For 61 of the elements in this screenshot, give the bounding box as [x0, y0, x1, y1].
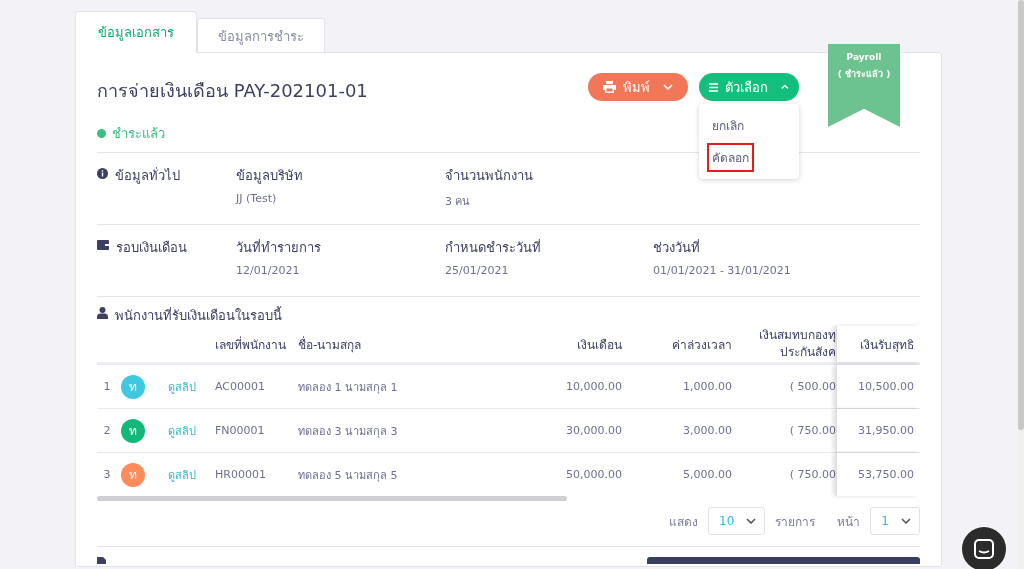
table-cell: 53,750.00 — [836, 453, 920, 496]
avatar: ท — [121, 374, 145, 399]
table-cell-text: AC00001 — [214, 380, 266, 393]
table-cell: 10,500.00 — [836, 365, 920, 408]
column-header: เลขที่พนักงาน — [214, 335, 287, 354]
avatar: ท — [121, 462, 145, 487]
row-number: 1 — [102, 380, 112, 393]
page-select[interactable]: 1 — [870, 507, 920, 535]
tab[interactable]: ข้อมูลเอกสาร — [75, 11, 197, 53]
page-title: การจ่ายเงินเดือน PAY-202101-01 — [97, 79, 368, 103]
field-label: กำหนดชำระวันที่ — [445, 238, 542, 257]
row-number: 3 — [102, 468, 112, 481]
menu-item[interactable]: คัดลอก — [707, 143, 754, 172]
table-cell-text: 30,000.00 — [565, 424, 623, 437]
section-title: รอบเงินเดือน — [116, 239, 187, 257]
show-label: แสดง — [669, 513, 699, 531]
table-cell-text: 5,000.00 — [682, 468, 733, 481]
table-cell-text: FN00001 — [214, 424, 266, 437]
column-header: เงินเดือน — [576, 336, 623, 354]
field-label: ข้อมูลบริษัท — [236, 167, 304, 186]
column-header: ชื่อ-นามสกุล — [297, 335, 363, 354]
table-cell-text: ( 750.00 — [788, 466, 836, 483]
column-header: ค่าล่วงเวลา — [671, 336, 733, 354]
page-label: หน้า — [837, 513, 861, 531]
table-cell-text: 3,000.00 — [682, 424, 733, 437]
row-number: 2 — [102, 424, 112, 437]
table-cell-text: ทดลอง 1 นามสกุล 1 — [297, 379, 399, 396]
field-label: จำนวนพนักงาน — [445, 167, 534, 185]
view-slip-link[interactable]: ดูสลิป — [160, 377, 207, 396]
unit-label: รายการ — [775, 513, 816, 531]
table-cell-text: ทดลอง 3 นามสกุล 3 — [297, 423, 399, 440]
tab[interactable]: ข้อมูลการชำระ — [197, 18, 325, 53]
table-cell-text: 50,000.00 — [565, 468, 623, 481]
page-size-select[interactable]: 10 — [708, 507, 766, 535]
ribbon-status: ( ชำระแล้ว ) — [836, 68, 892, 81]
avatar: ท — [121, 418, 145, 443]
field-value: 25/01/2021 — [445, 264, 510, 277]
table-cell-text: 10,000.00 — [565, 380, 623, 393]
table-cell: 31,950.00 — [836, 409, 920, 452]
field-label: วันที่ทำรายการ — [236, 238, 322, 257]
table-cell-text: ทดลอง 5 นามสกุล 5 — [297, 467, 399, 484]
options-button[interactable]: ตัวเลือก — [699, 73, 799, 101]
column-header: เงินรับสุทธิ — [836, 326, 920, 362]
section-title: ข้อมูลทั่วไป — [115, 166, 180, 186]
view-slip-link[interactable]: ดูสลิป — [160, 465, 207, 484]
table-cell-text: ( 500.00 — [788, 378, 836, 395]
section-title: พนักงานที่รับเงินเดือนในรอบนี้ — [115, 305, 282, 325]
field-value: 01/01/2021 - 31/01/2021 — [653, 264, 792, 277]
column-header: เงินสมทบกองทุ ประกันสังค — [758, 326, 836, 361]
field-value: 12/01/2021 — [236, 264, 301, 277]
field-value: 3 คน — [445, 194, 472, 210]
ribbon-title: Payroll — [845, 52, 883, 62]
menu-item[interactable]: ยกเลิก — [707, 111, 749, 140]
field-label: ช่วงวันที่ — [653, 238, 701, 257]
table-cell-text: 1,000.00 — [682, 380, 733, 393]
print-button[interactable]: พิมพ์ — [588, 73, 688, 101]
view-slip-link[interactable]: ดูสลิป — [160, 421, 207, 440]
status-label: ชำระแล้ว — [112, 125, 165, 143]
table-cell-text: HR00001 — [214, 468, 267, 481]
table-cell-text: ( 750.00 — [788, 422, 836, 439]
field-value: JJ (Test) — [236, 192, 278, 205]
